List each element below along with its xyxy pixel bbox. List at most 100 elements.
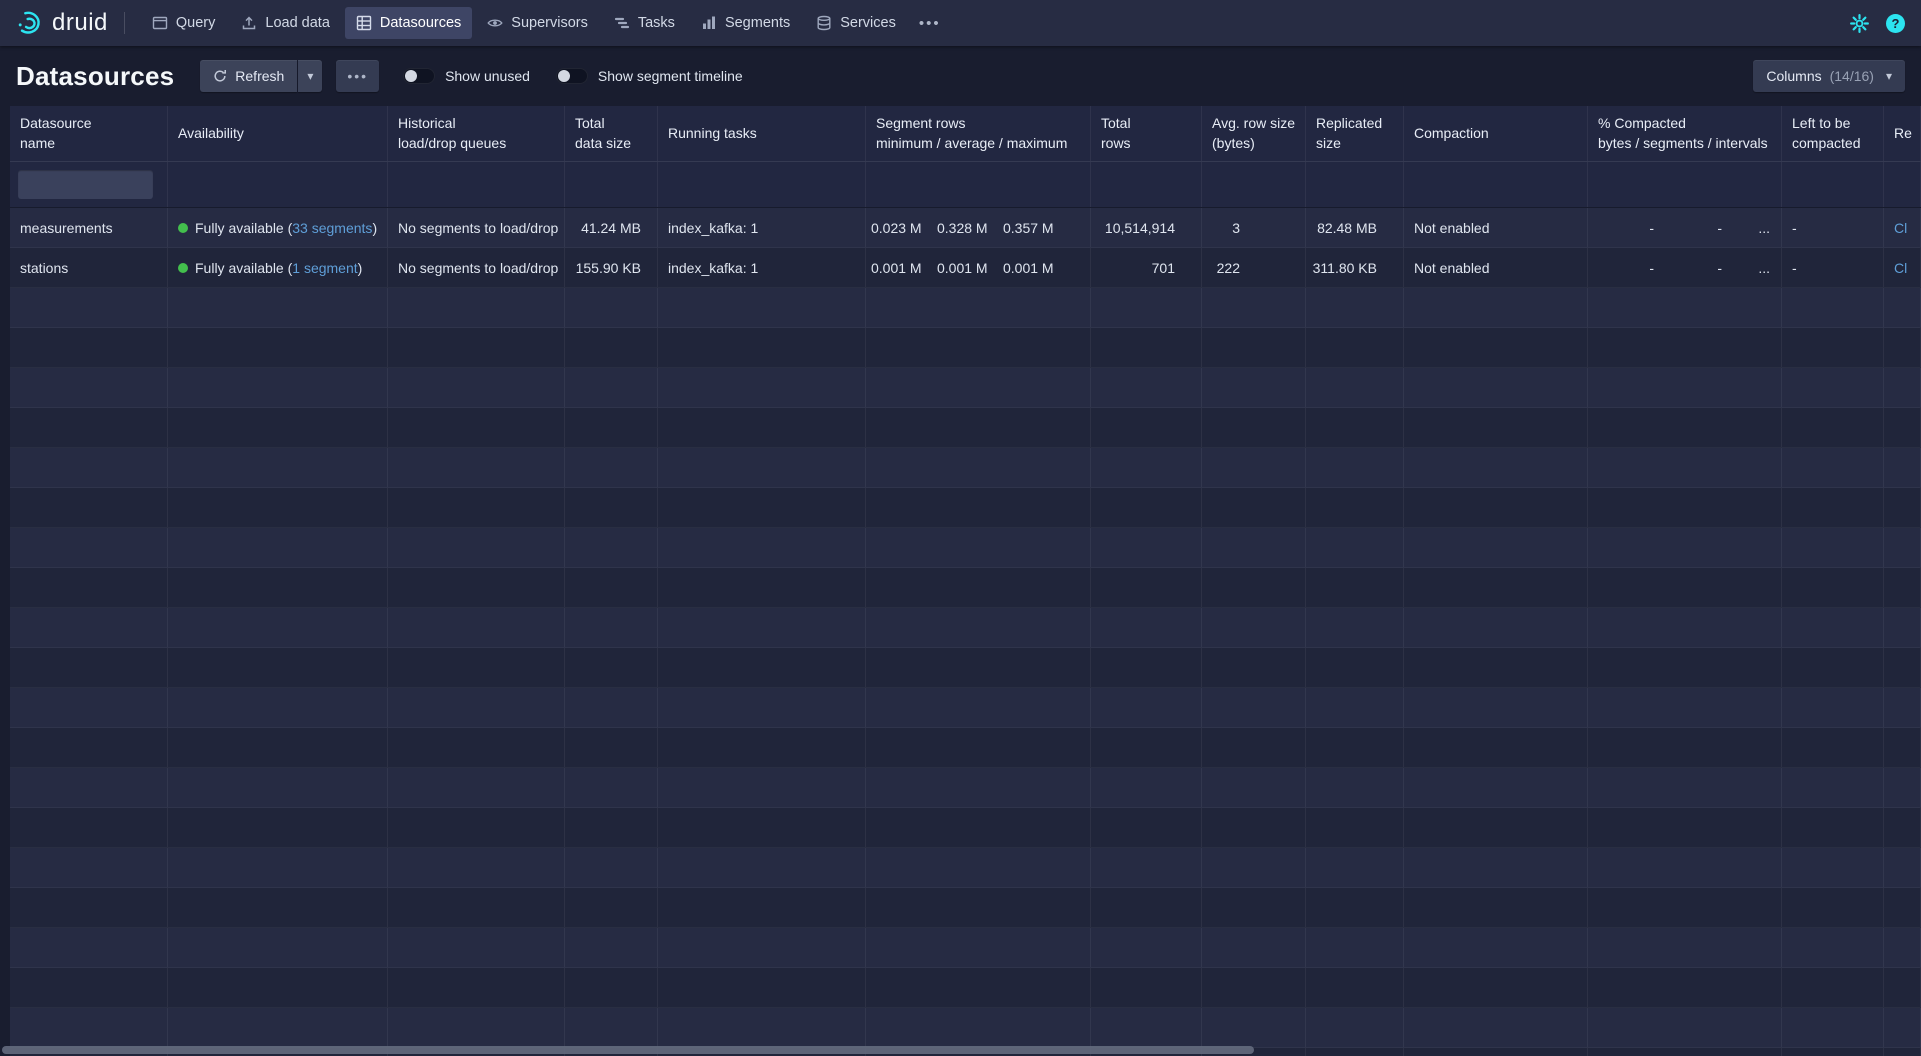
cell-name[interactable]: measurements — [10, 208, 168, 247]
empty-cell — [168, 768, 388, 807]
empty-cell — [1202, 488, 1306, 527]
column-header-compaction[interactable]: Compaction — [1404, 106, 1588, 161]
empty-row — [10, 528, 1921, 568]
empty-cell — [1404, 728, 1588, 767]
nav-item-label: Segments — [725, 15, 790, 31]
empty-cell — [1306, 288, 1404, 327]
empty-cell — [168, 968, 388, 1007]
empty-cell — [388, 528, 565, 567]
empty-cell — [1782, 768, 1884, 807]
empty-cell — [10, 488, 168, 527]
toggle-show-segment-timeline[interactable]: Show segment timeline — [556, 68, 743, 84]
empty-row — [10, 728, 1921, 768]
nav-item-load-data[interactable]: Load data — [230, 7, 341, 39]
segments-link[interactable]: 33 segments — [292, 220, 372, 236]
toggle-label: Show unused — [445, 68, 530, 84]
filter-cell-percent-compacted — [1588, 162, 1782, 207]
empty-cell — [1404, 928, 1588, 967]
empty-cell — [10, 768, 168, 807]
column-header-left-to-compact[interactable]: Left to be compacted — [1782, 106, 1884, 161]
empty-cell — [1091, 928, 1202, 967]
table-row-stations[interactable]: stationsFully available (1 segment)No se… — [10, 248, 1921, 288]
page-title: Datasources — [16, 61, 174, 92]
switch-show-unused[interactable] — [403, 68, 435, 84]
cell-load-drop: No segments to load/drop — [388, 248, 565, 287]
switch-knob — [405, 70, 417, 82]
chevron-down-icon: ▾ — [307, 69, 313, 83]
column-header-name[interactable]: Datasource name — [10, 106, 168, 161]
brand-name: druid — [52, 9, 108, 37]
settings-gear-icon[interactable] — [1850, 14, 1869, 33]
empty-cell — [168, 1008, 388, 1047]
empty-cell — [658, 368, 866, 407]
cell-name[interactable]: stations — [10, 248, 168, 287]
column-header-availability[interactable]: Availability — [168, 106, 388, 161]
help-icon[interactable]: ? — [1886, 14, 1905, 33]
segment-rows-value: 0.001 M — [1003, 260, 1069, 276]
empty-cell — [10, 688, 168, 727]
column-header-percent-compacted[interactable]: % Compacted bytes / segments / intervals — [1588, 106, 1782, 161]
empty-cell — [1306, 768, 1404, 807]
percent-compacted-value: - — [1654, 220, 1722, 236]
empty-cell — [1404, 1008, 1588, 1047]
empty-cell — [658, 488, 866, 527]
horizontal-scrollbar[interactable] — [0, 1044, 1921, 1056]
nav-item-tasks[interactable]: Tasks — [603, 7, 686, 39]
table-row-measurements[interactable]: measurementsFully available (33 segments… — [10, 208, 1921, 248]
empty-cell — [565, 288, 658, 327]
nav-more-button[interactable]: ••• — [907, 7, 953, 39]
nav-item-segments[interactable]: Segments — [690, 7, 801, 39]
empty-cell — [565, 488, 658, 527]
refresh-button[interactable]: Refresh — [200, 60, 297, 92]
cell-left-to-compact: - — [1782, 208, 1884, 247]
percent-compacted-value: - — [1654, 260, 1722, 276]
column-header-retention[interactable]: Re — [1884, 106, 1921, 161]
nav-item-supervisors[interactable]: Supervisors — [476, 7, 599, 39]
columns-button[interactable]: Columns (14/16) ▾ — [1753, 60, 1905, 92]
empty-cell — [10, 368, 168, 407]
empty-cell — [10, 328, 168, 367]
console-icon — [152, 15, 168, 31]
empty-cell — [1404, 848, 1588, 887]
column-header-avg-row-size[interactable]: Avg. row size (bytes) — [1202, 106, 1306, 161]
nav-item-datasources[interactable]: Datasources — [345, 7, 472, 39]
column-header-load-drop[interactable]: Historical load/drop queues — [388, 106, 565, 161]
empty-cell — [866, 368, 1091, 407]
empty-cell — [565, 568, 658, 607]
filter-cell-load-drop — [388, 162, 565, 207]
empty-cell — [1588, 368, 1782, 407]
toggle-show-unused[interactable]: Show unused — [403, 68, 530, 84]
empty-row — [10, 408, 1921, 448]
horizontal-scrollbar-thumb[interactable] — [2, 1046, 1254, 1054]
empty-cell — [1306, 888, 1404, 927]
switch-show-segment-timeline[interactable] — [556, 68, 588, 84]
status-dot-green — [178, 263, 188, 273]
cell-percent-compacted: --... — [1588, 248, 1782, 287]
empty-cell — [1091, 288, 1202, 327]
empty-cell — [658, 688, 866, 727]
column-header-running-tasks[interactable]: Running tasks — [658, 106, 866, 161]
empty-cell — [1782, 968, 1884, 1007]
empty-cell — [1404, 328, 1588, 367]
nav-item-services[interactable]: Services — [805, 7, 907, 39]
empty-cell — [1404, 808, 1588, 847]
empty-cell — [658, 888, 866, 927]
empty-cell — [658, 608, 866, 647]
cell-total-data-size: 41.24 MB — [565, 208, 658, 247]
filter-cell-compaction — [1404, 162, 1588, 207]
empty-row — [10, 928, 1921, 968]
datasource-name-filter-input[interactable] — [18, 170, 153, 199]
druid-logo[interactable]: druid — [16, 9, 108, 37]
column-header-total-data-size[interactable]: Total data size — [565, 106, 658, 161]
more-actions-button[interactable]: ••• — [336, 60, 379, 92]
column-header-replicated-size[interactable]: Replicated size — [1306, 106, 1404, 161]
gantt-icon — [614, 15, 630, 31]
segment-rows-value: 0.001 M — [871, 260, 937, 276]
column-header-total-rows[interactable]: Total rows — [1091, 106, 1202, 161]
empty-cell — [1782, 688, 1884, 727]
segments-link[interactable]: 1 segment — [292, 260, 357, 276]
empty-cell — [565, 728, 658, 767]
refresh-dropdown-button[interactable]: ▾ — [298, 60, 322, 92]
column-header-segment-rows[interactable]: Segment rows minimum / average / maximum — [866, 106, 1091, 161]
nav-item-query[interactable]: Query — [141, 7, 227, 39]
